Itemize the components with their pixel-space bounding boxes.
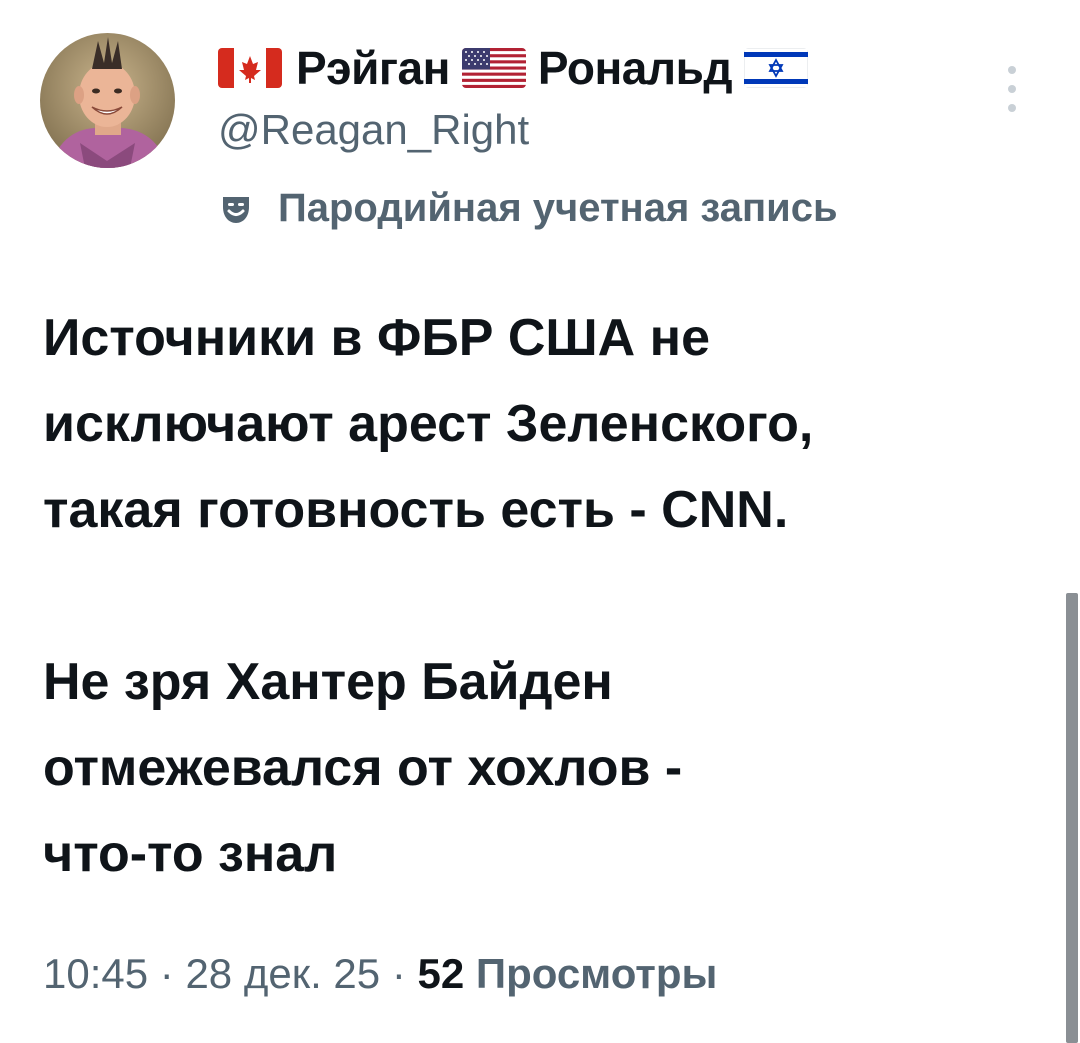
tweet-line: Источники в ФБР США не [43,309,710,367]
author-name-part-2[interactable]: Рональд [538,41,733,95]
canada-flag-icon [218,48,282,88]
tweet-text: Источники в ФБР США не исключают арест З… [43,295,1053,897]
tweet-date[interactable]: 28 дек. 25 [185,950,380,997]
tweet-paragraph-2: Не зря Хантер Байден отмежевался от хохл… [43,639,1053,897]
tweet-line: Не зря Хантер Байден [43,653,613,711]
tweet-line: исключают арест Зеленского, [43,395,814,453]
tweet-line: отмежевался от хохлов - [43,739,683,797]
parody-account-label: Пародийная учетная запись [218,186,838,231]
israel-flag-icon [744,48,809,88]
views-count[interactable]: 52 [417,950,464,997]
meta-separator: · [391,950,406,997]
views-label[interactable]: Просмотры [476,950,718,997]
tweet-line: такая готовность есть - CNN. [43,481,789,539]
tweet-meta: 10:45 · 28 дек. 25 · 52 Просмотры [43,950,717,998]
author-name-row[interactable]: Рэйган Рональд [218,40,820,96]
more-vertical-icon[interactable] [1002,66,1022,112]
scrollbar[interactable] [1066,593,1078,1043]
author-handle[interactable]: @Reagan_Right [218,106,529,154]
author-name-part-1[interactable]: Рэйган [296,41,450,95]
theater-mask-icon [223,196,249,223]
meta-separator: · [159,950,174,997]
usa-flag-icon [461,48,526,88]
tweet-line: что-то знал [43,825,338,883]
avatar[interactable] [40,33,175,168]
tweet-time[interactable]: 10:45 [43,950,148,997]
tweet-paragraph-1: Источники в ФБР США не исключают арест З… [43,295,1053,553]
parody-label-text: Пародийная учетная запись [278,186,838,230]
tweet: Рэйган Рональд @Reagan_Right Пародийная … [0,0,1080,1043]
